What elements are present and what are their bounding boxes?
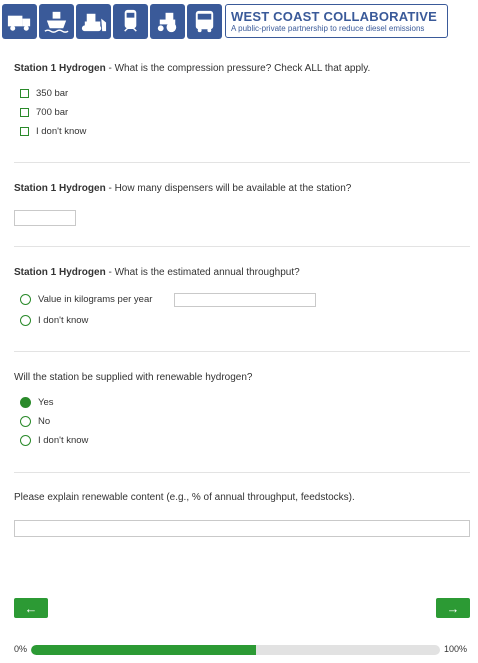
radio-option-dont-know[interactable]: I don't know — [20, 315, 88, 326]
brand-title: WEST COAST COLLABORATIVE — [231, 8, 438, 24]
option-label: I don't know — [36, 126, 87, 137]
option-label: Value in kilograms per year — [38, 294, 153, 305]
divider — [14, 246, 470, 247]
progress-end-label: 100% — [444, 644, 468, 654]
option-label: 700 bar — [36, 107, 69, 118]
divider — [14, 472, 470, 473]
question-prefix: Station 1 Hydrogen — [14, 63, 106, 74]
radio-option-no[interactable]: No — [20, 416, 50, 427]
option-label: No — [38, 416, 51, 427]
radio-button[interactable] — [20, 435, 31, 446]
question-text: - What is the compression pressure? Chec… — [105, 63, 371, 74]
checkbox[interactable] — [20, 108, 29, 117]
question-text: Will the station be supplied with renewa… — [14, 372, 253, 383]
radio-button[interactable] — [20, 315, 31, 326]
radio-option-kilograms[interactable]: Value in kilograms per year — [20, 294, 152, 305]
dispensers-input[interactable] — [14, 210, 76, 226]
divider — [14, 162, 470, 163]
option-label: I don't know — [38, 315, 89, 326]
checkbox-option-700-bar[interactable]: 700 bar — [20, 107, 68, 118]
progress-bar — [31, 645, 440, 655]
next-button[interactable]: → — [436, 598, 470, 618]
question-text: - What is the estimated annual throughpu… — [105, 267, 300, 278]
question-dispensers: Station 1 Hydrogen - How many dispensers… — [14, 182, 470, 195]
ship-icon — [39, 4, 74, 39]
option-label: 350 bar — [36, 88, 69, 99]
option-label: Yes — [38, 397, 54, 408]
question-text: - How many dispensers will be available … — [105, 183, 352, 194]
progress-start-label: 0% — [14, 644, 28, 654]
brand-logo: WEST COAST COLLABORATIVE A public-privat… — [225, 4, 448, 38]
progress-fill — [31, 645, 256, 655]
bulldozer-icon — [76, 4, 111, 39]
question-renewable-hydrogen: Will the station be supplied with renewa… — [14, 371, 470, 384]
tractor-icon — [150, 4, 185, 39]
question-renewable-content: Please explain renewable content (e.g., … — [14, 491, 470, 504]
checkbox[interactable] — [20, 127, 29, 136]
bus-icon — [187, 4, 222, 39]
brand-tagline: A public-private partnership to reduce d… — [231, 23, 425, 33]
question-prefix: Station 1 Hydrogen — [14, 267, 106, 278]
option-label: I don't know — [38, 435, 89, 446]
site-header: WEST COAST COLLABORATIVE A public-privat… — [2, 4, 448, 42]
question-annual-throughput: Station 1 Hydrogen - What is the estimat… — [14, 266, 470, 279]
question-compression-pressure: Station 1 Hydrogen - What is the compres… — [14, 62, 470, 75]
radio-button-selected[interactable] — [20, 397, 31, 408]
radio-button[interactable] — [20, 416, 31, 427]
throughput-input[interactable] — [174, 293, 316, 307]
radio-button[interactable] — [20, 294, 31, 305]
back-button[interactable]: ← — [14, 598, 48, 618]
question-text: Please explain renewable content (e.g., … — [14, 492, 355, 503]
checkbox-option-350-bar[interactable]: 350 bar — [20, 88, 68, 99]
locomotive-icon — [113, 4, 148, 39]
checkbox[interactable] — [20, 89, 29, 98]
checkbox-option-dont-know[interactable]: I don't know — [20, 126, 86, 137]
renewable-content-input[interactable] — [14, 520, 470, 537]
divider — [14, 351, 470, 352]
truck-icon — [2, 4, 37, 39]
radio-option-dont-know[interactable]: I don't know — [20, 435, 88, 446]
radio-option-yes[interactable]: Yes — [20, 397, 54, 408]
question-prefix: Station 1 Hydrogen — [14, 183, 106, 194]
